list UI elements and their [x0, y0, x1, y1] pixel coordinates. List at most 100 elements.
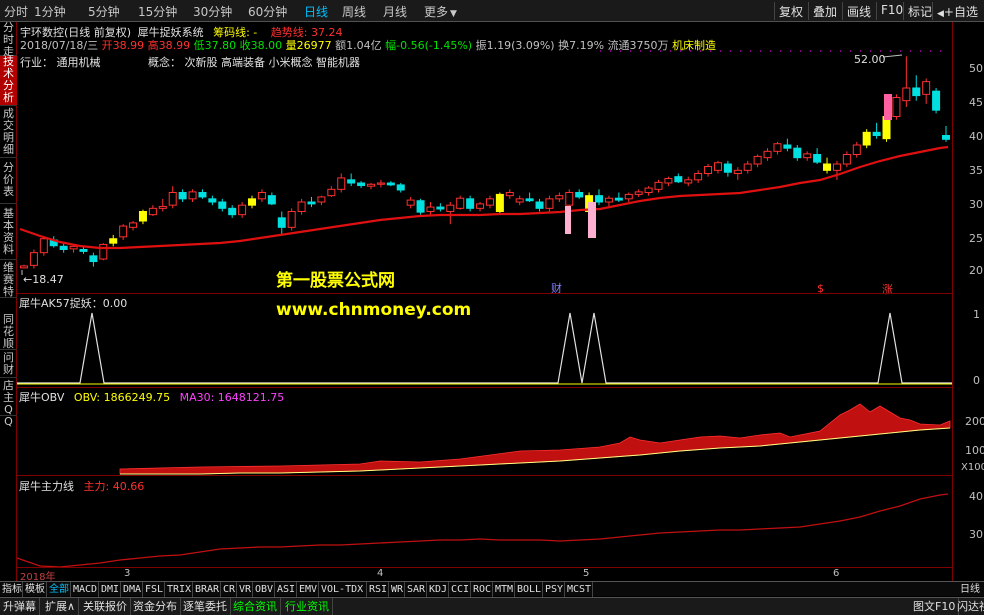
tab-sar[interactable]: SAR [405, 582, 427, 597]
price-tick: 20 [969, 264, 983, 277]
obv-label-line: 犀牛OBV OBV: 1866249.75 MA30: 1648121.75 [19, 389, 284, 405]
obv-title: 犀牛OBV [19, 391, 65, 404]
candle-body [208, 198, 217, 203]
tab-obv[interactable]: OBV [253, 582, 275, 597]
candlestick-series [20, 56, 950, 269]
candle-body [624, 193, 633, 200]
candle-body [119, 225, 128, 238]
tab-mtm[interactable]: MTM [493, 582, 515, 597]
candle-body [505, 192, 514, 197]
tab-dmi[interactable]: DMI [99, 582, 121, 597]
candle-body [654, 181, 663, 190]
tab-related-quotes[interactable]: 关联报价 [80, 598, 131, 615]
tab-boll[interactable]: BOLL [515, 582, 543, 597]
candle-body [535, 201, 544, 209]
signal-marker-2 [588, 202, 596, 238]
candle-body [168, 192, 177, 206]
price-tick: 25 [969, 232, 983, 245]
tab-indicator[interactable]: 指标 [0, 582, 23, 597]
candle-body [138, 211, 147, 222]
candle-body [357, 182, 366, 187]
tab-order-detail[interactable]: 逐笔委托 [180, 598, 231, 615]
tab-kdj[interactable]: KDJ [427, 582, 449, 597]
candle-body [109, 238, 118, 244]
tab-cr[interactable]: CR [221, 582, 237, 597]
candle-body [485, 198, 494, 206]
tab-template[interactable]: 模板 [23, 582, 47, 597]
main-force-tick: 40 [969, 490, 983, 503]
candle-body [267, 195, 276, 205]
candle-body [248, 198, 257, 206]
candle-body [545, 198, 554, 209]
date-tick: 4 [377, 568, 384, 579]
tab-roc[interactable]: ROC [471, 582, 493, 597]
expand-button[interactable]: 扩展∧ [42, 598, 80, 615]
tab-psy[interactable]: PSY [543, 582, 565, 597]
signal-marker-1 [565, 206, 571, 234]
candle-body [188, 191, 197, 200]
tab-vr[interactable]: VR [237, 582, 253, 597]
obv-ma30-value: MA30: 1648121.75 [179, 391, 285, 404]
candle-body [902, 87, 911, 102]
candle-body [704, 166, 713, 175]
candle-body [823, 163, 832, 171]
daily-label: 日线 [960, 584, 980, 595]
price-tick: 50 [969, 62, 983, 75]
f10-text-button[interactable]: 图文F10 [910, 598, 960, 615]
danmu-button[interactable]: 升弹幕 [0, 598, 40, 615]
shanda-button[interactable]: 闪达社 [954, 598, 984, 615]
candle-body [842, 154, 851, 165]
candle-body [922, 81, 931, 95]
candle-body [753, 155, 762, 165]
tab-macd[interactable]: MACD [71, 582, 99, 597]
candle-body [813, 154, 822, 163]
candle-body [694, 173, 703, 181]
candle-body [257, 192, 266, 200]
candle-body [773, 143, 782, 152]
trend-line [19, 145, 949, 250]
panel-divider-2 [17, 387, 952, 388]
tab-fund-distribution[interactable]: 资金分布 [130, 598, 181, 615]
tab-news[interactable]: 综合资讯 [230, 598, 281, 615]
date-tick: 6 [833, 568, 840, 579]
candle-body [803, 153, 812, 159]
main-force-title: 犀牛主力线 [19, 480, 74, 493]
watermark-title: 第一股票公式网 [276, 271, 395, 291]
candle-body [763, 150, 772, 159]
main-force-label-line: 犀牛主力线 主力: 40.66 [19, 478, 144, 494]
candle-body [129, 222, 138, 228]
candle-body [20, 265, 28, 269]
tab-fsl[interactable]: FSL [143, 582, 165, 597]
tab-industry-news[interactable]: 行业资讯 [282, 598, 333, 615]
candle-body [238, 204, 247, 216]
main-force-value: 主力: 40.66 [83, 480, 145, 493]
tab-vol-tdx[interactable]: VOL-TDX [319, 582, 367, 597]
candle-body [178, 192, 187, 200]
date-tick: 5 [583, 568, 590, 579]
tab-dma[interactable]: DMA [121, 582, 143, 597]
candle-body [228, 207, 237, 216]
price-tick: 35 [969, 164, 983, 177]
candle-body [674, 176, 683, 183]
candle-body [39, 238, 48, 254]
tab-brar[interactable]: BRAR [193, 582, 221, 597]
candle-body [277, 217, 286, 228]
bottom-tab-bar: 升弹幕 扩展∧ 关联报价 资金分布 逐笔委托 综合资讯 行业资讯 图文F10 闪… [0, 597, 984, 615]
tab-rsi[interactable]: RSI [367, 582, 389, 597]
tab-wr[interactable]: WR [389, 582, 405, 597]
candle-body [307, 201, 316, 205]
tab-trix[interactable]: TRIX [165, 582, 193, 597]
main-force-tick: 30 [969, 528, 983, 541]
tab-mcst[interactable]: MCST [565, 582, 593, 597]
candle-body [347, 179, 356, 184]
obv-tick: 200 [965, 415, 984, 428]
obv-tick: 100 [965, 444, 984, 457]
candle-body [565, 192, 574, 206]
tab-all[interactable]: 全部 [47, 582, 71, 597]
candle-body [932, 90, 941, 111]
candle-body [396, 184, 405, 191]
tab-asi[interactable]: ASI [275, 582, 297, 597]
tab-emv[interactable]: EMV [297, 582, 319, 597]
candle-body [872, 131, 881, 136]
tab-cci[interactable]: CCI [449, 582, 471, 597]
